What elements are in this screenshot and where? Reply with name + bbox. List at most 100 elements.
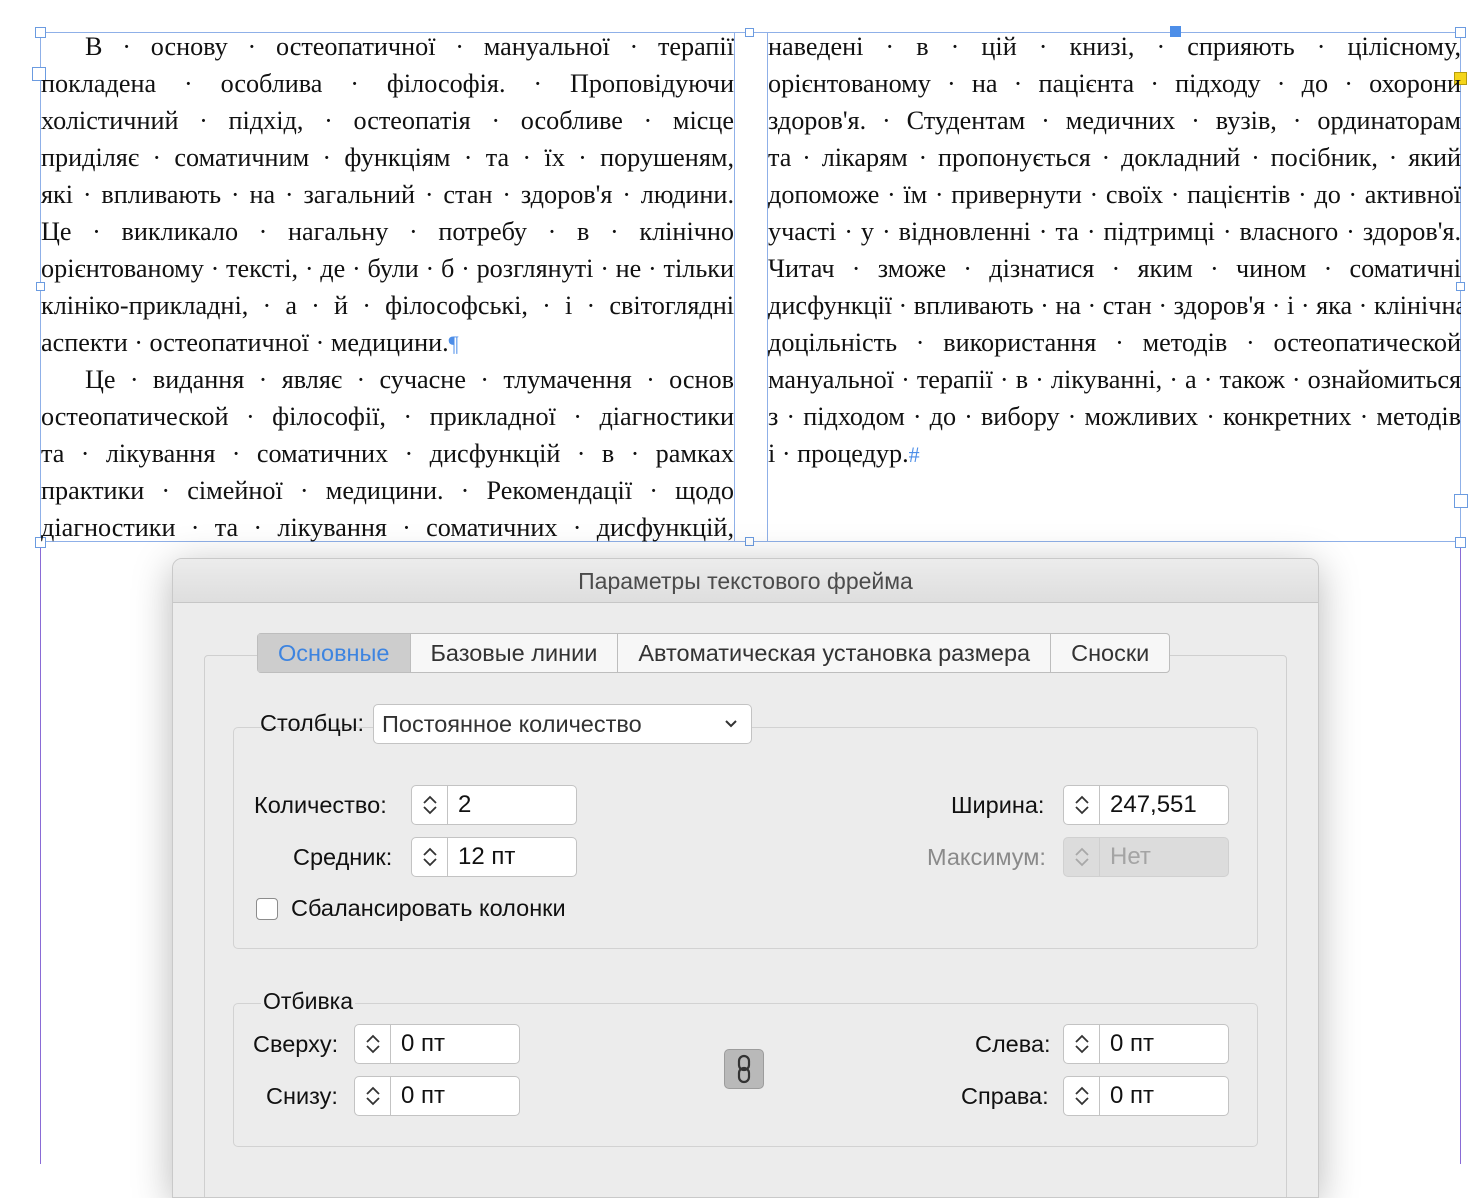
- column-count-field[interactable]: 2: [411, 785, 577, 825]
- inset-right-input[interactable]: 0 пт: [1100, 1077, 1154, 1115]
- column-width-label: Ширина:: [951, 792, 1045, 818]
- inset-bottom-stepper[interactable]: [355, 1077, 391, 1115]
- text-line: та · лікування · соматичних · дисфункцій…: [41, 439, 734, 468]
- stepper-up-icon: [1074, 847, 1089, 856]
- inset-left-label: Слева:: [975, 1031, 1051, 1057]
- page-margin-guide-left: [40, 540, 41, 1164]
- text-line: покладена · особлива · філософія. · Проп…: [41, 69, 734, 98]
- text-line: і · процедур.: [768, 439, 909, 468]
- text-frame-options-dialog: Параметры текстового фрейма Основные Баз…: [172, 558, 1319, 1198]
- text-line: практики · сімейної · медицини. · Рекоме…: [41, 476, 734, 505]
- stepper-down-icon: [1074, 858, 1089, 867]
- max-width-input: Нет: [1110, 843, 1151, 870]
- inset-left-input[interactable]: 0 пт: [1100, 1025, 1154, 1063]
- text-line: орієнтованому · тексті, · де · були · б …: [41, 254, 734, 283]
- column-gutter-guide-left: [734, 33, 735, 541]
- inset-top-label: Сверху:: [253, 1031, 339, 1057]
- frame-handle-bottom-right[interactable]: [1455, 537, 1466, 548]
- frame-handle-bottom-middle[interactable]: [745, 537, 754, 546]
- tab-auto-size[interactable]: Автоматическая установка размера: [617, 634, 1050, 672]
- inset-bottom-field[interactable]: 0 пт: [354, 1076, 520, 1116]
- inset-bottom-label: Снизу:: [266, 1083, 338, 1109]
- text-line: доцільність · використання · методів · о…: [768, 328, 1461, 357]
- chevron-down-icon: [723, 705, 739, 756]
- inset-right-stepper[interactable]: [1064, 1077, 1100, 1115]
- inset-left-field[interactable]: 0 пт: [1063, 1024, 1229, 1064]
- stepper-down-icon[interactable]: [1073, 1096, 1091, 1108]
- stepper-down-icon[interactable]: [1073, 805, 1091, 817]
- text-line: Читач · зможе · дізнатися · яким · чином…: [768, 254, 1461, 283]
- tab-baseline-options[interactable]: Базовые линии: [409, 634, 618, 672]
- text-column-right[interactable]: наведені · в · цій · книзі, · сприяють ·…: [768, 28, 1461, 472]
- inset-bottom-input[interactable]: 0 пт: [391, 1077, 445, 1115]
- inset-left-stepper[interactable]: [1064, 1025, 1100, 1063]
- stepper-down-icon[interactable]: [421, 805, 439, 817]
- tab-general[interactable]: Основные: [258, 634, 410, 672]
- stepper-up-icon[interactable]: [421, 793, 439, 805]
- text-line: приділяє · соматичним · функціям · та · …: [41, 143, 734, 172]
- text-line-paragraph-end: аспекти · остеопатичної · медицини.¶: [41, 324, 734, 361]
- text-line: мануальної · терапії · в · лікуванні, · …: [768, 365, 1461, 394]
- text-line: орієнтованому · на · пацієнта · підходу …: [768, 69, 1461, 98]
- tab-bar: Основные Базовые линии Автоматическая ус…: [257, 633, 1171, 673]
- balance-columns-checkbox[interactable]: [256, 898, 278, 920]
- gutter-stepper[interactable]: [412, 838, 448, 876]
- text-line: здоров'я. · Студентам · медичних · вузів…: [768, 106, 1461, 135]
- stepper-down-icon[interactable]: [364, 1044, 382, 1056]
- text-line: та · лікарям · пропонується · докладний …: [768, 143, 1461, 172]
- text-line: допоможе · їм · привернути · своїх · пац…: [768, 180, 1461, 209]
- balance-columns-label[interactable]: Сбалансировать колонки: [291, 895, 566, 922]
- text-line: діагностики · та · лікування · соматични…: [41, 513, 734, 542]
- column-count-input[interactable]: 2: [448, 786, 471, 824]
- gutter-input[interactable]: 12 пт: [448, 838, 515, 876]
- pilcrow-mark: ¶: [448, 331, 459, 356]
- frame-handle-top-middle[interactable]: [745, 28, 754, 37]
- inset-spacing-title: Отбивка: [261, 988, 356, 1015]
- text-line: остеопатической · філософії, · прикладно…: [41, 402, 734, 431]
- column-count-stepper[interactable]: [412, 786, 448, 824]
- column-count-label: Количество:: [254, 792, 387, 818]
- tab-footnotes[interactable]: Сноски: [1050, 634, 1169, 672]
- chain-link-icon[interactable]: [724, 1049, 764, 1089]
- text-line: клініко-прикладні, · а · й · філософські…: [41, 291, 734, 320]
- text-line: участі · у · відновленні · та · підтримц…: [768, 217, 1461, 246]
- text-line: з · підходом · до · вибору · можливих · …: [768, 402, 1461, 431]
- gutter-label: Средник:: [293, 844, 393, 870]
- inset-top-stepper[interactable]: [355, 1025, 391, 1063]
- stepper-down-icon[interactable]: [421, 857, 439, 869]
- frame-out-port[interactable]: [1454, 494, 1468, 508]
- column-width-input[interactable]: 247,551: [1100, 786, 1197, 824]
- text-line: В · основу · остеопатичної · мануальної …: [85, 32, 734, 61]
- inset-top-field[interactable]: 0 пт: [354, 1024, 520, 1064]
- text-line: дисфункції · впливають · на · стан · здо…: [768, 291, 1461, 320]
- page-margin-guide-right: [1460, 540, 1461, 1164]
- columns-type-select[interactable]: Постоянное количество: [373, 704, 752, 744]
- stepper-up-icon[interactable]: [1073, 793, 1091, 805]
- gutter-field[interactable]: 12 пт: [411, 837, 577, 877]
- max-width-label: Максимум:: [927, 844, 1046, 870]
- inset-right-field[interactable]: 0 пт: [1063, 1076, 1229, 1116]
- text-line: Це · видання · являє · сучасне · тлумаче…: [85, 365, 734, 394]
- text-column-left[interactable]: В · основу · остеопатичної · мануальної …: [41, 28, 734, 546]
- stepper-up-icon[interactable]: [1073, 1032, 1091, 1044]
- stepper-down-icon[interactable]: [364, 1096, 382, 1108]
- column-width-field[interactable]: 247,551: [1063, 785, 1229, 825]
- end-of-story-mark: #: [908, 442, 920, 467]
- text-line: аспекти · остеопатичної · медицини.: [41, 328, 449, 357]
- columns-label: Столбцы:: [260, 710, 365, 736]
- max-width-stepper: [1064, 838, 1100, 876]
- text-line: холістичний · підхід, · остеопатія · осо…: [41, 106, 734, 135]
- columns-type-value: Постоянное количество: [382, 711, 642, 737]
- stepper-up-icon[interactable]: [364, 1084, 382, 1096]
- column-width-stepper[interactable]: [1064, 786, 1100, 824]
- max-width-field: Нет: [1063, 837, 1229, 877]
- stepper-up-icon[interactable]: [1073, 1084, 1091, 1096]
- stepper-up-icon[interactable]: [364, 1032, 382, 1044]
- inset-top-input[interactable]: 0 пт: [391, 1025, 445, 1063]
- stepper-up-icon[interactable]: [421, 845, 439, 857]
- text-line: які · впливають · на · загальний · стан …: [41, 180, 734, 209]
- text-line: наведені · в · цій · книзі, · сприяють ·…: [768, 32, 1461, 61]
- inset-right-label: Справа:: [961, 1083, 1049, 1109]
- stepper-down-icon[interactable]: [1073, 1044, 1091, 1056]
- text-line: Це · викликало · нагальну · потребу · в …: [41, 217, 734, 246]
